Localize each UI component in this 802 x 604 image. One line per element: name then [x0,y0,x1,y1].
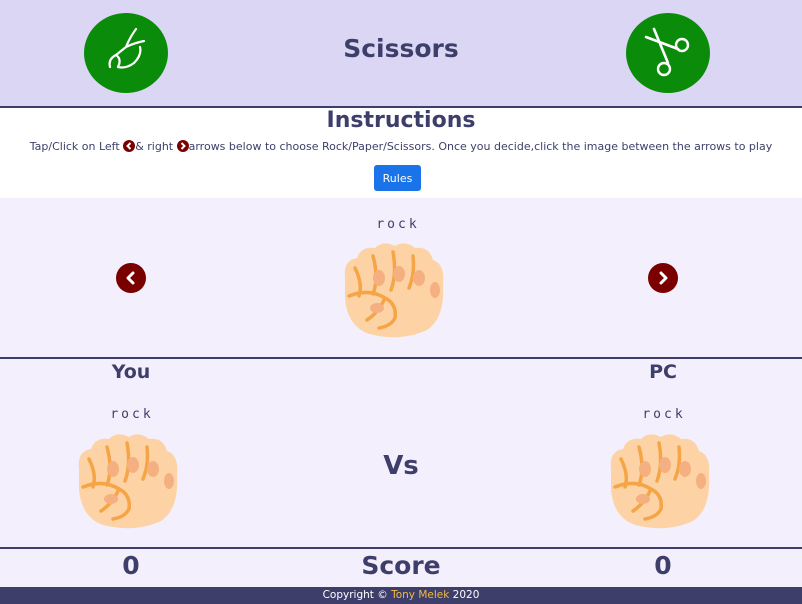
next-choice-button[interactable] [648,263,678,293]
score-bar: 0 Score 0 [0,549,802,587]
chevron-left-icon [126,271,135,285]
instructions-section: Instructions Tap/Click on Left & right a… [0,108,802,198]
rock-fist-icon [339,238,449,338]
rock-fist-icon [605,429,715,529]
pc-label: PC [649,361,677,383]
battle-section: You PC rock Vs rock [0,359,802,549]
pc-choice-label: rock [642,407,686,422]
pc-score: 0 [654,551,672,580]
instructions-title: Instructions [326,108,476,133]
play-rock-image[interactable] [339,238,449,338]
copyright-prefix: Copyright © [322,589,392,601]
chevron-left-icon [123,140,136,152]
instructions-text: Tap/Click on Left & right arrows below t… [0,140,802,153]
instructions-text-part1: Tap/Click on Left [29,140,124,153]
header: Scissors [0,0,802,108]
choice-selector: rock [0,198,802,359]
copyright-year: 2020 [449,589,480,601]
pc-choice-image [605,429,715,529]
you-choice-label: rock [110,407,154,422]
instructions-text-part3: arrows below to choose Rock/Paper/Scisso… [188,140,773,153]
previous-choice-button[interactable] [116,263,146,293]
footer: Copyright © Tony Melek 2020 [0,587,802,604]
scissors-icon [626,13,710,93]
author-name: Tony Melek [391,589,450,601]
instructions-text-part2: & right [135,140,177,153]
you-label: You [111,361,151,383]
chevron-right-icon [176,140,189,152]
rules-button[interactable]: Rules [374,165,421,191]
chevron-right-icon [659,271,668,285]
current-choice-label: rock [376,217,420,232]
